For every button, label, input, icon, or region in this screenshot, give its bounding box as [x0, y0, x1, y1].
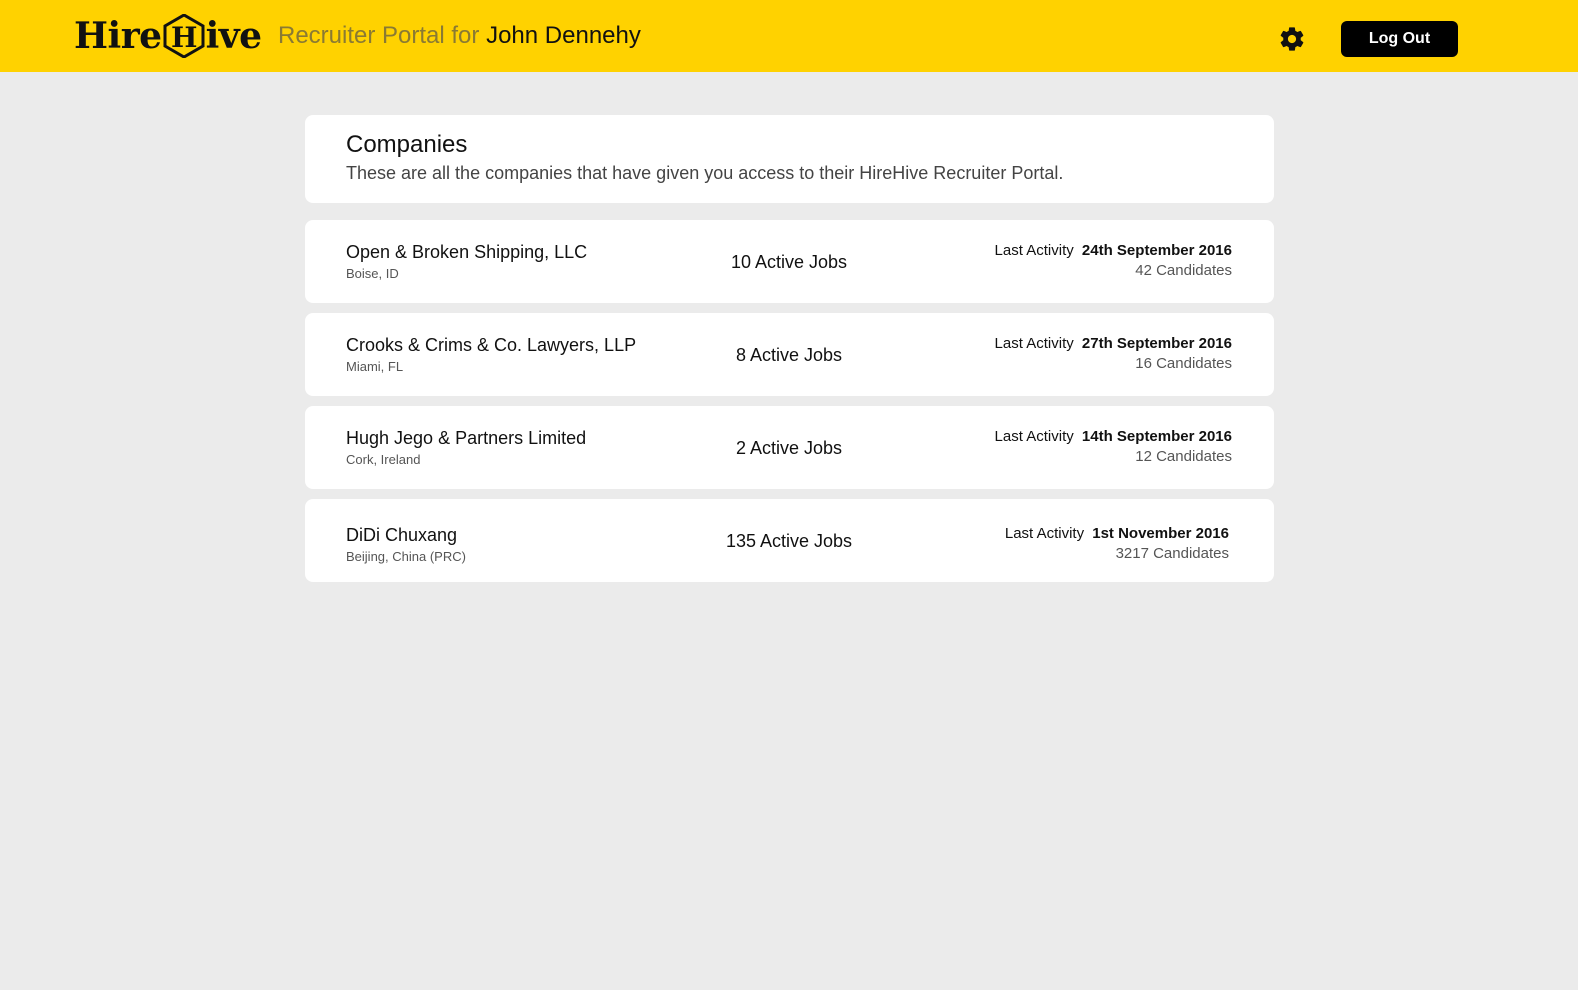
company-card[interactable]: Open & Broken Shipping, LLC Boise, ID 10…	[305, 220, 1274, 303]
page-title: Companies	[346, 131, 468, 158]
logo-hex-letter: H	[171, 21, 197, 54]
last-activity: Last Activity 1st November 2016	[1005, 525, 1229, 542]
last-activity-date: 24th September 2016	[1081, 242, 1232, 259]
candidate-count: 16 Candidates	[1135, 355, 1232, 372]
company-name: Crooks & Crims & Co. Lawyers, LLP	[346, 335, 637, 355]
logo-text-left: Hire	[74, 15, 162, 57]
last-activity-date: 27th September 2016	[1081, 335, 1232, 352]
last-activity: Last Activity 24th September 2016	[995, 242, 1232, 259]
active-jobs-count: 135 Active Jobs	[725, 531, 853, 551]
active-jobs-count: 8 Active Jobs	[735, 345, 843, 365]
portal-user-name: John Dennehy	[486, 22, 641, 49]
last-activity: Last Activity 27th September 2016	[995, 335, 1232, 352]
logo-text-right: ive	[205, 15, 263, 57]
last-activity-date: 1st November 2016	[1092, 525, 1229, 542]
company-name: DiDi Chuxang	[346, 525, 458, 545]
candidate-count: 42 Candidates	[1135, 262, 1232, 279]
candidate-count: 12 Candidates	[1135, 448, 1232, 465]
company-name: Open & Broken Shipping, LLC	[346, 242, 588, 262]
active-jobs-count: 2 Active Jobs	[735, 438, 843, 458]
company-card[interactable]: Hugh Jego & Partners Limited Cork, Irela…	[305, 406, 1274, 489]
company-location: Boise, ID	[346, 266, 399, 281]
last-activity-label: Last Activity	[994, 428, 1074, 445]
active-jobs-count: 10 Active Jobs	[730, 252, 848, 272]
gear-icon[interactable]	[1278, 25, 1306, 53]
last-activity-label: Last Activity	[1004, 525, 1085, 542]
companies-intro-card: Companies These are all the companies th…	[305, 115, 1274, 203]
last-activity-label: Last Activity	[994, 242, 1074, 259]
last-activity-label: Last Activity	[994, 335, 1074, 352]
log-out-button[interactable]: Log Out	[1341, 21, 1458, 57]
candidate-count: 3217 Candidates	[1115, 545, 1229, 562]
company-location: Miami, FL	[346, 359, 404, 374]
last-activity-date: 14th September 2016	[1081, 428, 1232, 445]
page-description: These are all the companies that have gi…	[346, 163, 1064, 183]
company-card[interactable]: Crooks & Crims & Co. Lawyers, LLP Miami,…	[305, 313, 1274, 396]
company-location: Beijing, China (PRC)	[346, 549, 466, 564]
hexagon-logo-icon: H	[163, 14, 205, 58]
company-location: Cork, Ireland	[346, 452, 421, 467]
top-bar: Hire H ive Recruiter Portal for John Den…	[0, 0, 1578, 72]
company-card[interactable]: DiDi Chuxang Beijing, China (PRC) 135 Ac…	[305, 499, 1274, 582]
company-name: Hugh Jego & Partners Limited	[346, 428, 587, 448]
last-activity: Last Activity 14th September 2016	[995, 428, 1232, 445]
hirehive-logo[interactable]: Hire H ive	[74, 13, 262, 59]
portal-title: Recruiter Portal for John Dennehy	[278, 18, 641, 54]
portal-title-prefix: Recruiter Portal for	[278, 22, 480, 49]
